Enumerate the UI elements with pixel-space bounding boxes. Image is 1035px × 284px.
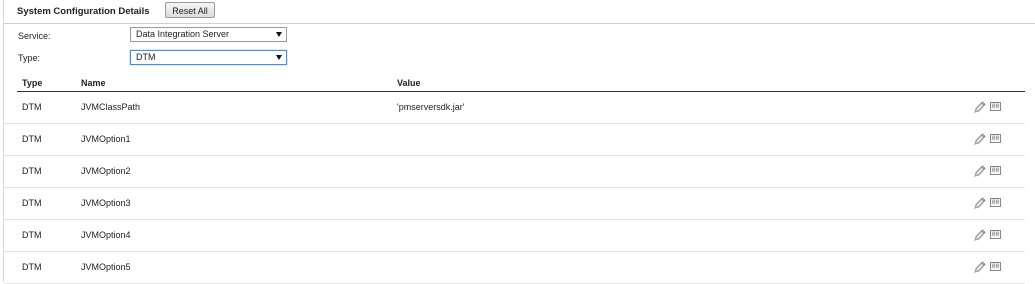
row-name: JVMOption1: [81, 134, 131, 144]
system-configuration-panel: System Configuration Details Reset All S…: [0, 0, 1035, 284]
type-select-value: DTM: [136, 52, 156, 62]
expression-icon[interactable]: 00: [990, 230, 1001, 239]
pencil-icon[interactable]: [973, 228, 987, 242]
type-select[interactable]: DTM: [130, 50, 287, 65]
table-row[interactable]: DTM JVMOption5 00: [4, 252, 1025, 284]
service-select-value: Data Integration Server: [136, 29, 230, 39]
pencil-icon[interactable]: [973, 164, 987, 178]
row-name: JVMOption5: [81, 262, 131, 272]
table-row[interactable]: DTM JVMClassPath 'pmserversdk.jar' 00: [4, 92, 1025, 124]
row-name: JVMOption2: [81, 166, 131, 176]
table-row[interactable]: DTM JVMOption3 00: [4, 188, 1025, 220]
pencil-icon[interactable]: [973, 132, 987, 146]
row-type: DTM: [22, 102, 42, 112]
table-row[interactable]: DTM JVMOption4 00: [4, 220, 1025, 252]
table-row[interactable]: DTM JVMOption2 00: [4, 156, 1025, 188]
chevron-down-icon: [276, 55, 282, 60]
column-header-value: Value: [397, 78, 421, 88]
row-type: DTM: [22, 166, 42, 176]
row-type: DTM: [22, 230, 42, 240]
table-row[interactable]: DTM JVMOption1 00: [4, 124, 1025, 156]
expression-icon[interactable]: 00: [990, 198, 1001, 207]
pencil-icon[interactable]: [973, 100, 987, 114]
column-header-name: Name: [81, 78, 106, 88]
service-select[interactable]: Data Integration Server: [130, 27, 287, 42]
row-type: DTM: [22, 262, 42, 272]
header-divider: [4, 23, 1035, 24]
row-type: DTM: [22, 198, 42, 208]
reset-all-button[interactable]: Reset All: [165, 2, 215, 18]
row-value: 'pmserversdk.jar': [397, 102, 465, 112]
expression-icon[interactable]: 00: [990, 262, 1001, 271]
row-name: JVMClassPath: [81, 102, 141, 112]
row-name: JVMOption4: [81, 230, 131, 240]
chevron-down-icon: [276, 32, 282, 37]
expression-icon[interactable]: 00: [990, 102, 1001, 111]
pencil-icon[interactable]: [973, 196, 987, 210]
service-label: Service:: [18, 31, 51, 41]
expression-icon[interactable]: 00: [990, 134, 1001, 143]
row-name: JVMOption3: [81, 198, 131, 208]
page-title: System Configuration Details: [17, 6, 150, 17]
pencil-icon[interactable]: [973, 260, 987, 274]
column-header-type: Type: [22, 78, 43, 88]
panel-header: System Configuration Details Reset All: [4, 0, 1035, 24]
row-type: DTM: [22, 134, 42, 144]
type-label: Type:: [18, 53, 41, 63]
expression-icon[interactable]: 00: [990, 166, 1001, 175]
